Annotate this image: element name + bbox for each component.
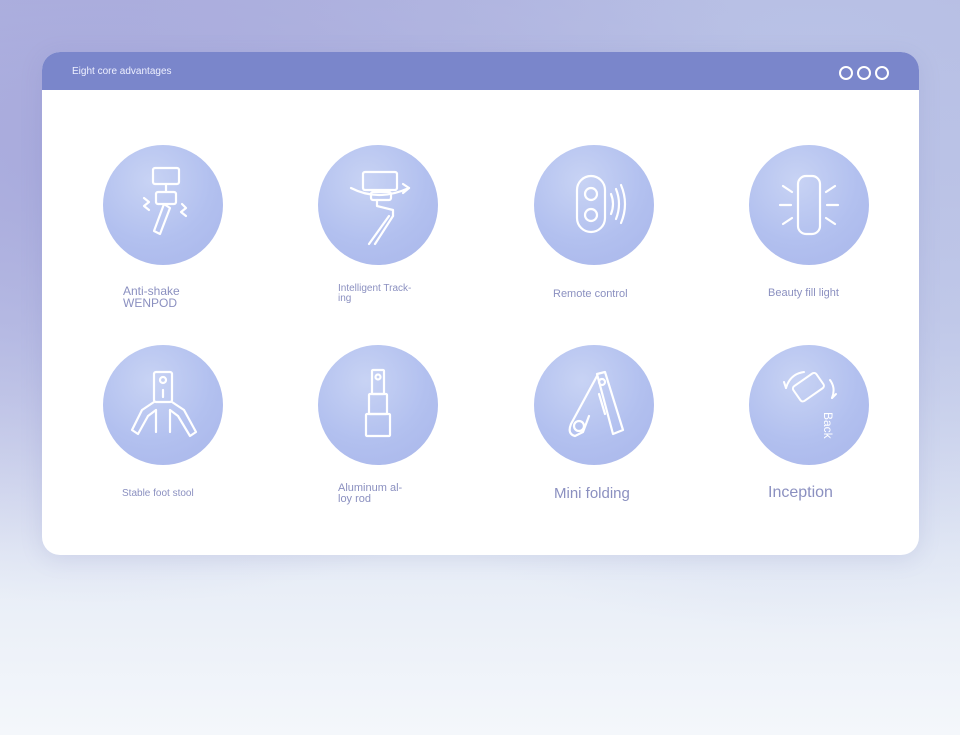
feature-label-anti-shake: Anti-shake WENPOD [123, 285, 180, 309]
feature-circle-rod [318, 345, 438, 465]
feature-label-rod: Aluminum al- loy rod [338, 483, 402, 505]
feature-circle-tracking [318, 145, 438, 265]
rotate-icon: Back [783, 371, 837, 440]
feature-label-line: Beauty fill light [768, 287, 839, 299]
feature-label-inception: Inception [768, 485, 833, 501]
feature-label-line: ing [338, 293, 352, 304]
extension-rod-icon [364, 368, 392, 438]
feature-circle-anti-shake [103, 145, 223, 265]
feature-circle-remote [534, 145, 654, 265]
feature-label-line: Stable foot stool [122, 488, 194, 499]
feature-label-folding: Mini folding [554, 486, 630, 501]
tripod-icon [130, 370, 198, 438]
window-controls [839, 66, 889, 80]
feature-circle-inception: Back [749, 345, 869, 465]
feature-label-line: loy rod [338, 493, 372, 505]
remote-icon [575, 174, 627, 234]
feature-label-line: WENPOD [123, 296, 177, 310]
feature-label-line: Inception [768, 484, 833, 501]
fill-light-icon [778, 174, 840, 236]
window-dot-icon[interactable] [875, 66, 889, 80]
feature-label-tracking: Intelligent Track- ing [338, 284, 411, 304]
feature-circle-fill-light [749, 145, 869, 265]
feature-label-line: Remote control [553, 288, 628, 300]
window-dot-icon[interactable] [857, 66, 871, 80]
tracking-icon [349, 170, 411, 246]
rotate-icon-text: Back [821, 412, 835, 440]
feature-circle-tripod [103, 345, 223, 465]
feature-circle-folding [534, 345, 654, 465]
window-title: Eight core advantages [72, 66, 172, 77]
title-bar: Eight core advantages [42, 52, 919, 90]
gimbal-stick-icon [142, 166, 188, 236]
feature-label-line: Mini folding [554, 485, 630, 502]
folding-icon [568, 370, 625, 438]
feature-label-remote: Remote control [553, 289, 628, 300]
window-dot-icon[interactable] [839, 66, 853, 80]
feature-label-tripod: Stable foot stool [122, 489, 194, 499]
feature-label-fill-light: Beauty fill light [768, 288, 839, 299]
